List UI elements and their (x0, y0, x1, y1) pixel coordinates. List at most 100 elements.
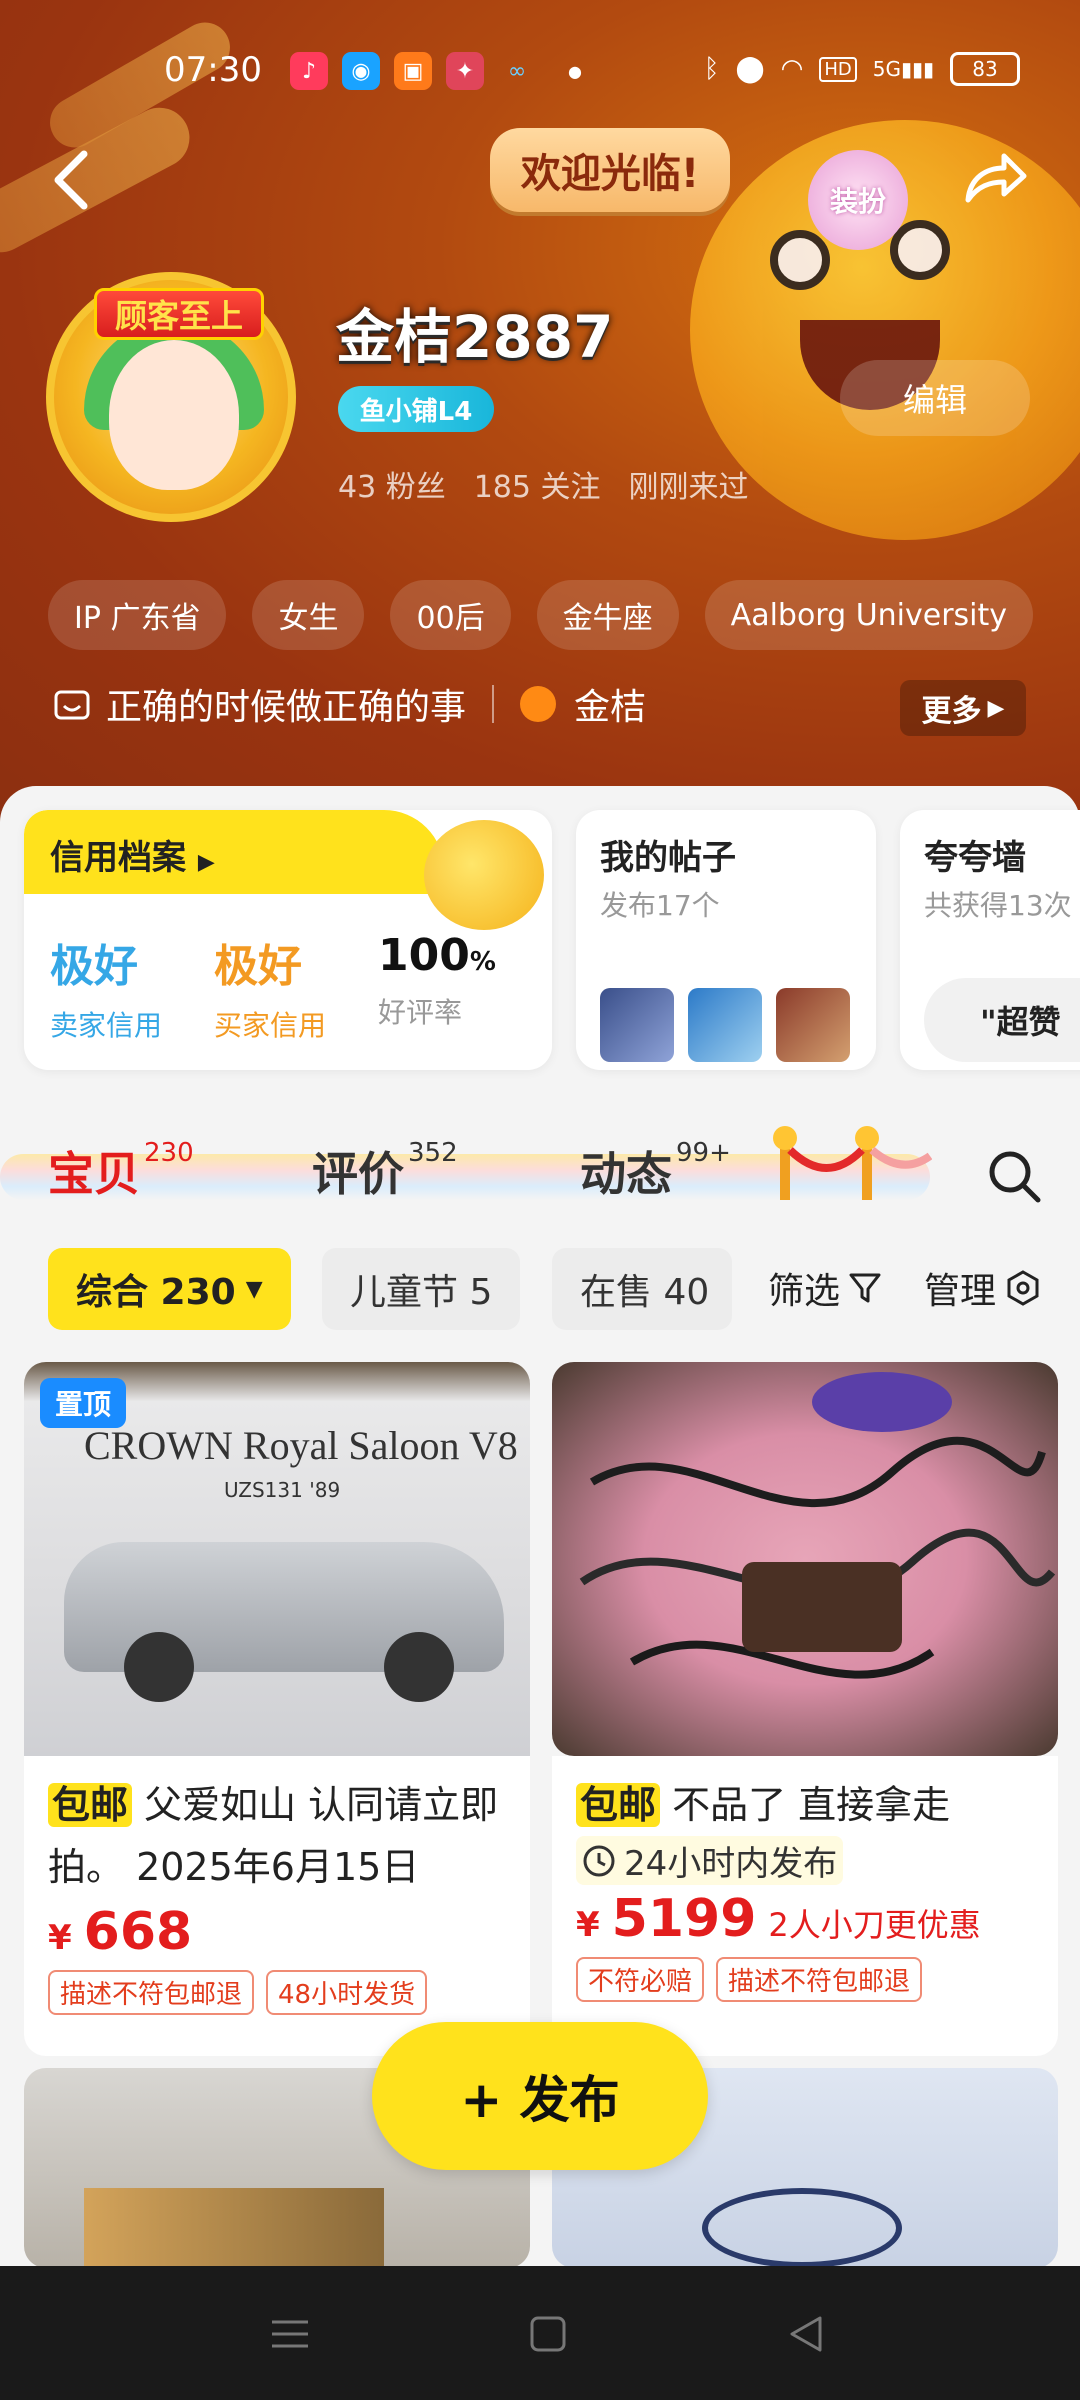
music-app-icon: ♪ (290, 52, 328, 90)
shop-level-badge[interactable]: 鱼小铺L4 (338, 386, 494, 432)
home-icon (530, 2316, 566, 2352)
funnel-icon (849, 1273, 881, 1303)
filter-row: 综合 230 ▼ 儿童节 5 在售 40 筛选 管理 (0, 1242, 1080, 1332)
product-tags: 不符必赔 描述不符包邮退 (552, 1949, 1058, 2026)
credit-title: 信用档案 ▶ (50, 838, 215, 878)
avatar[interactable]: 顾客至上 (46, 272, 296, 522)
back-nav-button[interactable] (784, 2312, 828, 2356)
back-button[interactable] (50, 148, 110, 210)
status-indicators: ᛒ ⬤ ◠ HD 5G▮▮▮ 83 (704, 52, 1020, 86)
profile-tags: IP 广东省 女生 00后 金牛座 Aalborg University (48, 580, 1034, 650)
dress-up-button[interactable]: 装扮 (808, 150, 908, 250)
buyer-credit: 极好 买家信用 (214, 941, 327, 1042)
home-button[interactable] (526, 2312, 570, 2356)
hd-icon: HD (819, 56, 857, 82)
chevron-left-icon (54, 150, 88, 210)
tabs-row: 宝贝 230 评价 352 动态 99+ (0, 1116, 1080, 1226)
manage-button[interactable]: 管理 (924, 1262, 1042, 1314)
filter-button[interactable]: 筛选 (768, 1262, 882, 1314)
seller-credit: 极好 卖家信用 (50, 941, 163, 1042)
tag-gender[interactable]: 女生 (252, 580, 365, 650)
bio-name: 金桔 (574, 687, 647, 728)
link-app-icon: ∞ (507, 58, 527, 84)
notification-dot-icon: ● (568, 61, 582, 81)
tag-age[interactable]: 00后 (390, 580, 511, 650)
avatar-frame-banner: 顾客至上 (94, 288, 264, 340)
shop-app-icon: ▣ (394, 52, 432, 90)
product-title: 包邮 父爱如山 认同请立即拍。 2025年6月15日 (48, 1783, 499, 1889)
credit-card[interactable]: 信用档案 ▶ 极好 卖家信用 极好 买家信用 100% 好评率 (24, 810, 552, 1070)
rope-barrier-decoration (772, 1126, 933, 1206)
bargain-text: 2人小刀更优惠 (768, 1906, 981, 1944)
search-button[interactable] (984, 1146, 1044, 1206)
my-posts-card[interactable]: 我的帖子 发布17个 (576, 810, 876, 1070)
product-image (84, 2188, 384, 2268)
search-icon (989, 1151, 1041, 1203)
product-price: ¥668 (48, 1902, 193, 1962)
battery-indicator: 83 (950, 52, 1020, 86)
pinned-badge: 置顶 (40, 1378, 126, 1428)
bio-line: 正确的时候做正确的事 金桔 (52, 678, 646, 730)
share-icon (965, 153, 1027, 203)
caret-down-icon: ▼ (245, 1276, 263, 1302)
product-tag: 48小时发货 (266, 1970, 428, 2015)
status-time: 07:30 (164, 50, 262, 90)
praise-count: 共获得13次 (924, 889, 1072, 922)
product-price: ¥5199 2人小刀更优惠 (576, 1889, 981, 1949)
posts-title: 我的帖子 (600, 838, 736, 878)
edit-profile-button[interactable]: 编辑 (840, 360, 1030, 436)
image-brand-text: CROWN Royal Saloon V8 (84, 1423, 518, 1468)
product-card-body[interactable]: 包邮 父爱如山 认同请立即拍。 2025年6月15日 ¥668 描述不符包邮退 … (24, 1756, 530, 2056)
share-button[interactable] (960, 148, 1030, 208)
clock-icon (583, 1845, 615, 1876)
username: 金桔2887 (336, 303, 614, 371)
shop-icon (54, 690, 90, 720)
triangle-right-icon: ▶ (987, 695, 1005, 721)
qq-app-icon: ◉ (342, 52, 380, 90)
post-thumbnail (688, 988, 762, 1062)
praise-title: 夸夸墙 (924, 838, 1026, 878)
tag-location[interactable]: IP 广东省 (48, 580, 227, 650)
product-tag: 描述不符包邮退 (48, 1970, 255, 2015)
product-card[interactable] (552, 1362, 1058, 1756)
cable-illustration (579, 1372, 1056, 1679)
profile-stats: 43 粉丝 185 关注 刚刚来过 (338, 462, 749, 506)
tag-zodiac[interactable]: 金牛座 (536, 580, 679, 650)
last-seen: 刚刚来过 (628, 470, 749, 505)
product-image (552, 1362, 1058, 1756)
product-image (702, 2188, 902, 2268)
product-title: 包邮 不品了 直接拿走 (552, 1756, 1058, 1836)
more-button[interactable]: 更多 ▶ (900, 680, 1026, 736)
positive-rate: 100% 好评率 (378, 930, 496, 1029)
fans-count[interactable]: 43 粉丝 (338, 462, 446, 506)
free-shipping-label: 包邮 (576, 1783, 661, 1827)
menu-icon (272, 2320, 308, 2348)
game-app-icon: ✦ (446, 52, 484, 90)
tab-activity[interactable]: 动态 99+ (580, 1138, 731, 1204)
praise-wall-card[interactable]: 夸夸墙 共获得13次 "超赞 (900, 810, 1080, 1070)
product-posted-time: 24小时内发布 (576, 1836, 844, 1885)
triangle-back-icon (790, 2316, 822, 2352)
location-icon: ⬤ (735, 54, 765, 84)
system-navigation-bar (0, 2266, 1080, 2400)
tag-school[interactable]: Aalborg University (704, 580, 1034, 650)
tab-reviews[interactable]: 评价 352 (312, 1138, 458, 1204)
tab-items[interactable]: 宝贝 230 (48, 1138, 194, 1204)
publish-button[interactable]: + 发布 (372, 2022, 708, 2170)
mascot-icon (424, 820, 544, 930)
post-thumbnail (776, 988, 850, 1062)
bluetooth-icon: ᛒ (703, 54, 720, 84)
product-card-body[interactable]: 包邮 不品了 直接拿走 24小时内发布 ¥5199 2人小刀更优惠 不符必赔 描述… (552, 1756, 1058, 2056)
triangle-right-icon: ▶ (197, 850, 215, 875)
filter-chip-all[interactable]: 综合 230 ▼ (48, 1248, 291, 1330)
praise-chip: "超赞 (924, 978, 1080, 1062)
filter-chip-childrens-day[interactable]: 儿童节 5 (322, 1248, 521, 1330)
product-image: CROWN Royal Saloon V8 UZS131 '89 置顶 (24, 1362, 530, 1756)
wifi-icon: ◠ (780, 54, 804, 84)
free-shipping-label: 包邮 (48, 1783, 133, 1827)
bio-text: 正确的时候做正确的事 (106, 687, 467, 728)
follows-count[interactable]: 185 关注 (474, 462, 601, 506)
filter-chip-on-sale[interactable]: 在售 40 (552, 1248, 732, 1330)
product-tag: 描述不符包邮退 (716, 1957, 923, 2002)
menu-button[interactable] (268, 2312, 312, 2356)
